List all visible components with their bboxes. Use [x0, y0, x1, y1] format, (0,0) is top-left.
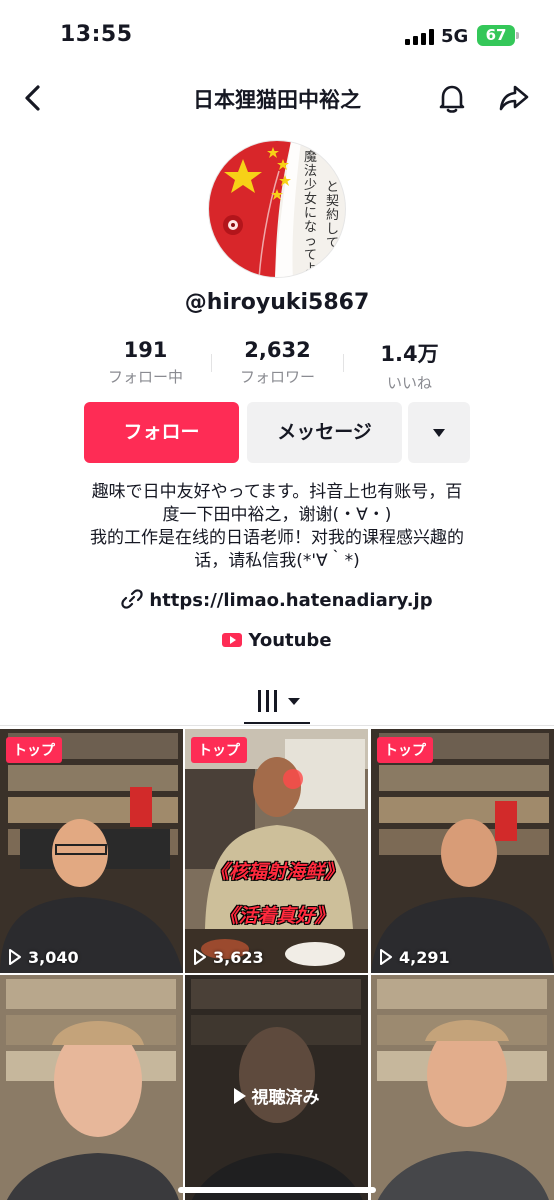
battery-icon: 67	[477, 25, 519, 46]
video-tile[interactable]	[371, 975, 554, 1200]
message-button[interactable]: メッセージ	[247, 402, 402, 463]
video-thumbnail	[371, 729, 554, 973]
tab-videos[interactable]	[244, 680, 310, 724]
view-count-value: 4,291	[399, 948, 450, 967]
status-bar: 13:55 5G 67	[0, 0, 554, 70]
video-tile[interactable]: 視聴済み	[185, 975, 368, 1200]
stat-label: フォロー中	[107, 368, 183, 386]
caret-down-icon	[433, 429, 445, 437]
video-caption: 《活着真好》	[219, 905, 334, 927]
suggested-accounts-button[interactable]	[408, 402, 470, 463]
network-label: 5G	[441, 26, 469, 47]
video-tile[interactable]: トップ 4,291	[371, 729, 554, 973]
signal-icon	[405, 29, 435, 45]
watched-text: 視聴済み	[251, 1088, 320, 1108]
battery-level: 67	[485, 26, 507, 44]
video-tile[interactable]: トップ 3,040	[0, 729, 183, 973]
grid-icon-bar	[266, 690, 269, 712]
avatar[interactable]: 魔法少女になってよ と契約して	[208, 140, 346, 278]
video-caption: 《核辐射海鲜》	[209, 861, 343, 883]
grid-icon	[258, 690, 261, 712]
youtube-link[interactable]: Youtube	[0, 630, 554, 651]
video-thumbnail	[371, 975, 554, 1200]
bell-icon	[439, 85, 465, 113]
view-count: 3,623	[193, 948, 264, 967]
play-icon	[9, 949, 21, 965]
youtube-label: Youtube	[248, 630, 332, 651]
grid-icon-bar	[274, 690, 277, 712]
pinned-badge: トップ	[377, 737, 433, 763]
username: @hiroyuki5867	[184, 290, 370, 315]
video-grid: トップ 3,040 トップ 《核辐射海鲜》 《活着真好》 3,623 トップ 4…	[0, 729, 554, 1200]
stat-label: フォロワー	[239, 368, 315, 386]
chevron-left-icon	[25, 85, 40, 111]
caret-down-icon	[288, 698, 300, 705]
bio: 趣味で日中友好やってます。抖音上也有账号，百 度一下田中裕之，谢谢(・∀・) 我…	[40, 481, 514, 573]
video-thumbnail	[0, 729, 183, 973]
notification-button[interactable]	[432, 78, 472, 118]
stat-followers[interactable]: 2,632 フォロワー	[212, 338, 343, 387]
status-time: 13:55	[60, 22, 133, 47]
nav-bar: 日本狸猫田中裕之	[0, 70, 554, 126]
profile-link[interactable]: https://limao.hatenadiary.jp	[0, 588, 554, 611]
home-indicator	[178, 1187, 376, 1193]
youtube-icon	[222, 633, 243, 647]
bio-line: 趣味で日中友好やってます。抖音上也有账号，百	[91, 482, 463, 502]
play-icon	[194, 949, 206, 965]
view-count: 4,291	[379, 948, 450, 967]
share-button[interactable]	[494, 78, 534, 118]
view-count: 3,040	[8, 948, 79, 967]
bio-line: 话，请私信我(*'∀｀*)	[194, 551, 360, 571]
bio-line: 我的工作是在线的日语老师！对我的课程感兴趣的	[90, 528, 464, 548]
video-tile[interactable]	[0, 975, 183, 1200]
stat-value: 2,632	[244, 338, 311, 362]
stat-value: 1.4万	[380, 342, 439, 366]
stat-likes[interactable]: 1.4万 いいね	[344, 338, 475, 393]
pinned-badge: トップ	[6, 737, 62, 763]
follow-button[interactable]: フォロー	[84, 402, 239, 463]
stat-following[interactable]: 191 フォロー中	[80, 338, 211, 387]
link-text: https://limao.hatenadiary.jp	[149, 590, 433, 611]
view-count-value: 3,623	[213, 948, 264, 967]
view-count-value: 3,040	[28, 948, 79, 967]
video-tile[interactable]: トップ 《核辐射海鲜》 《活着真好》 3,623	[185, 729, 368, 973]
pinned-badge: トップ	[191, 737, 247, 763]
video-thumbnail	[0, 975, 183, 1200]
avatar-caption-2: と契約して	[326, 180, 340, 251]
play-icon	[380, 949, 392, 965]
back-button[interactable]	[14, 78, 54, 118]
avatar-caption: 魔法少女になってよ	[304, 150, 318, 277]
link-icon	[121, 589, 144, 609]
stat-value: 191	[123, 338, 168, 362]
play-icon	[233, 1088, 246, 1104]
stat-label: いいね	[386, 374, 432, 392]
profile-stats: 191 フォロー中 2,632 フォロワー 1.4万 いいね	[80, 338, 474, 394]
video-thumbnail	[185, 729, 368, 973]
bio-line: 度一下田中裕之，谢谢(・∀・)	[162, 505, 392, 525]
content-tab-bar	[0, 678, 554, 726]
share-icon	[499, 85, 529, 111]
watched-label: 視聴済み	[185, 1083, 368, 1108]
page-title: 日本狸猫田中裕之	[193, 88, 361, 112]
